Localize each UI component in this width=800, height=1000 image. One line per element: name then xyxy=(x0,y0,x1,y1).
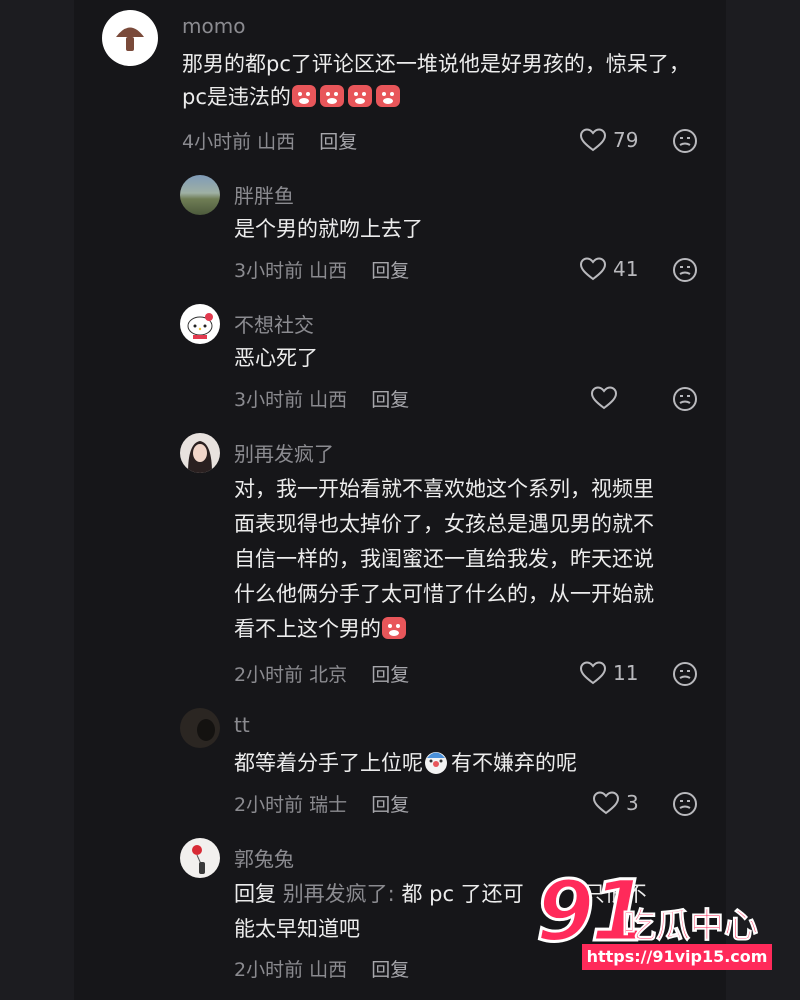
reply-button[interactable]: 回复 xyxy=(371,260,409,282)
comment-text: 对，我一开始看就不喜欢她这个系列，视频里 面表现得也太掉价了，女孩总是遇见男的就… xyxy=(234,477,654,641)
username[interactable]: 胖胖鱼 xyxy=(234,180,294,209)
username[interactable]: 郭兔兔 xyxy=(234,843,294,872)
comment-time: 3小时前 xyxy=(234,260,304,282)
comment-location: 山西 xyxy=(257,131,296,153)
avatar[interactable] xyxy=(180,433,220,473)
comment-text: 都等着分手了上位呢 有不嫌弃的呢 xyxy=(234,751,577,775)
cat-character-icon xyxy=(187,313,213,339)
comment-meta: 3小时前 山西 回复 xyxy=(234,256,409,283)
heart-icon xyxy=(592,791,620,815)
heart-icon xyxy=(579,661,607,685)
comment-time: 2小时前 xyxy=(234,794,304,816)
crying-face-emoji-icon xyxy=(291,85,316,107)
watermark-url: https://91vip15.com xyxy=(582,944,772,970)
crying-face-emoji-icon xyxy=(319,85,344,107)
reply-prefix: 回复 xyxy=(234,882,276,906)
reply-button[interactable]: 回复 xyxy=(371,794,409,816)
comment-location: 瑞士 xyxy=(309,794,348,816)
comment-meta: 2小时前 山西 回复 xyxy=(234,955,409,982)
crying-emoji-group xyxy=(291,85,403,109)
username[interactable]: 别再发疯了 xyxy=(234,438,334,467)
username[interactable]: 不想社交 xyxy=(234,309,314,338)
avatar[interactable] xyxy=(180,304,220,344)
crying-face-emoji-icon xyxy=(347,85,372,107)
comment-location: 北京 xyxy=(309,664,348,686)
heart-icon xyxy=(590,386,618,410)
comment-meta: 3小时前 山西 回复 xyxy=(234,385,409,412)
like-button[interactable]: 11 xyxy=(579,660,638,686)
like-count: 3 xyxy=(626,791,639,815)
watermark: 91 吃瓜中心 https://91vip15.com xyxy=(530,861,800,980)
like-button[interactable]: 3 xyxy=(592,790,639,816)
reply-button[interactable]: 回复 xyxy=(319,131,357,153)
comment-time: 4小时前 xyxy=(182,131,252,153)
comment-time: 3小时前 xyxy=(234,389,304,411)
avatar[interactable] xyxy=(102,10,158,66)
mushroom-icon xyxy=(116,27,144,51)
avatar[interactable] xyxy=(180,175,220,215)
comment-meta: 2小时前 北京 回复 xyxy=(234,660,409,687)
reply-to-user[interactable]: 别再发疯了: xyxy=(283,882,395,906)
like-count: 79 xyxy=(613,128,639,152)
heart-icon xyxy=(579,257,607,281)
comment-time: 2小时前 xyxy=(234,664,304,686)
dislike-face-icon[interactable] xyxy=(672,128,698,154)
like-button[interactable] xyxy=(590,385,618,411)
comment-location: 山西 xyxy=(309,389,348,411)
like-count: 11 xyxy=(613,661,639,685)
comment-location: 山西 xyxy=(309,959,348,981)
figure-with-balloon-icon xyxy=(192,845,205,874)
dislike-face-icon[interactable] xyxy=(672,661,698,687)
comment-text: 恶心死了 xyxy=(234,346,318,370)
username[interactable]: momo xyxy=(182,14,245,38)
like-count: 41 xyxy=(613,257,639,281)
avatar[interactable] xyxy=(180,708,220,748)
reply-button[interactable]: 回复 xyxy=(371,389,409,411)
avatar[interactable] xyxy=(180,838,220,878)
like-button[interactable]: 79 xyxy=(579,127,638,153)
comment-text: 是个男的就吻上去了 xyxy=(234,217,423,241)
portrait-icon xyxy=(188,441,212,473)
comment-meta: 2小时前 瑞士 回复 xyxy=(234,790,409,817)
heart-icon xyxy=(579,128,607,152)
like-button[interactable]: 41 xyxy=(579,256,638,282)
dislike-face-icon[interactable] xyxy=(672,386,698,412)
username[interactable]: tt xyxy=(234,713,250,737)
reply-button[interactable]: 回复 xyxy=(371,959,409,981)
crying-face-emoji-icon xyxy=(375,85,400,107)
comment-panel: momo 那男的都pc了评论区还一堆说他是好男孩的，惊呆了，pc是违法的 4小时… xyxy=(74,0,726,1000)
dislike-face-icon[interactable] xyxy=(672,791,698,817)
comment-time: 2小时前 xyxy=(234,959,304,981)
comment-meta: 4小时前 山西 回复 xyxy=(182,127,357,154)
crying-face-emoji-icon xyxy=(382,617,406,639)
reply-button[interactable]: 回复 xyxy=(371,664,409,686)
clown-crying-emoji-icon xyxy=(425,752,447,774)
watermark-brand: 吃瓜中心 xyxy=(622,906,759,947)
dark-photo-icon xyxy=(197,719,215,741)
comment-location: 山西 xyxy=(309,260,348,282)
comment-text: 那男的都pc了评论区还一堆说他是好男孩的，惊呆了，pc是违法的 xyxy=(182,52,690,109)
dislike-face-icon[interactable] xyxy=(672,257,698,283)
